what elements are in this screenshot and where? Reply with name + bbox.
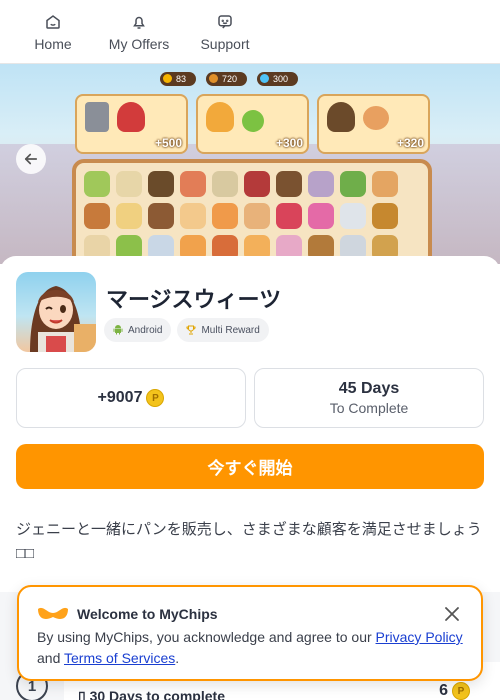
customer-points: +320 <box>396 136 424 150</box>
close-button[interactable] <box>441 603 463 625</box>
consent-text-and: and <box>37 650 64 666</box>
tag-android: Android <box>104 318 172 342</box>
start-now-button[interactable]: 今すぐ開始 <box>16 444 484 489</box>
hero-merge-board <box>72 159 432 264</box>
hero-customers: +500 +300 +320 <box>75 94 430 154</box>
nav-support-label: Support <box>200 36 250 52</box>
chat-icon <box>218 15 232 29</box>
offer-tags: Android Multi Reward <box>104 318 269 342</box>
resource-gems: 300 <box>257 72 299 86</box>
task-reward-value: 6 <box>439 682 448 699</box>
app-character-image <box>30 286 96 352</box>
days-label: To Complete <box>329 400 409 416</box>
tag-multi-reward-label: Multi Reward <box>201 324 260 336</box>
nav-home[interactable]: Home <box>10 0 96 64</box>
days-value: 45 Days <box>338 380 400 397</box>
home-icon <box>46 15 60 29</box>
consent-text-prefix: By using MyChips, you acknowledge and ag… <box>37 629 376 645</box>
mychips-logo-icon <box>38 607 68 620</box>
app-icon <box>16 272 96 352</box>
resource-energy: 83 <box>160 72 197 86</box>
hero-banner: 83 720 300 +500 +300 +320 <box>0 64 500 264</box>
app-title: マージスウィーツ <box>106 287 282 312</box>
customer-points: +500 <box>154 136 182 150</box>
consent-banner: Welcome to MyChips By using MyChips, you… <box>17 585 483 681</box>
resource-coins: 720 <box>206 72 248 86</box>
nav-support[interactable]: Support <box>182 0 268 64</box>
reward-box: +9007 P <box>16 368 246 428</box>
back-button[interactable] <box>16 144 46 174</box>
customer-card: +320 <box>317 94 430 154</box>
close-icon <box>445 607 459 621</box>
task-reward: 6 P <box>439 682 470 700</box>
arrow-left-icon <box>24 153 38 165</box>
duration-box: 45 Days To Complete <box>254 368 484 428</box>
nav-my-offers-label: My Offers <box>108 36 170 52</box>
customer-card: +500 <box>75 94 188 154</box>
nav-home-label: Home <box>34 36 72 52</box>
customer-points: +300 <box>275 136 303 150</box>
task-text: ▯ 30 Days to complete <box>78 688 225 700</box>
tag-android-label: Android <box>128 324 163 336</box>
coin-icon: P <box>452 682 470 700</box>
android-icon <box>113 325 123 335</box>
customer-card: +300 <box>196 94 309 154</box>
consent-text: By using MyChips, you acknowledge and ag… <box>37 627 477 669</box>
top-nav: Home My Offers Support <box>0 0 500 64</box>
reward-value: +9007 <box>97 389 143 406</box>
bell-icon <box>133 16 145 29</box>
offer-description: ジェニーと一緒にパンを販売し、さまざまな顧客を満足させましょう□□ <box>16 521 482 562</box>
tag-multi-reward: Multi Reward <box>177 318 269 342</box>
consent-text-suffix: . <box>175 650 180 666</box>
consent-title: Welcome to MyChips <box>77 606 218 622</box>
task-text-label: 30 Days to complete <box>89 688 225 700</box>
coin-icon: P <box>146 389 165 407</box>
terms-of-services-link[interactable]: Terms of Services <box>64 650 175 666</box>
hero-resource-bar: 83 720 300 <box>160 72 299 86</box>
nav-my-offers[interactable]: My Offers <box>96 0 182 64</box>
trophy-icon <box>186 325 197 335</box>
privacy-policy-link[interactable]: Privacy Policy <box>376 629 463 645</box>
